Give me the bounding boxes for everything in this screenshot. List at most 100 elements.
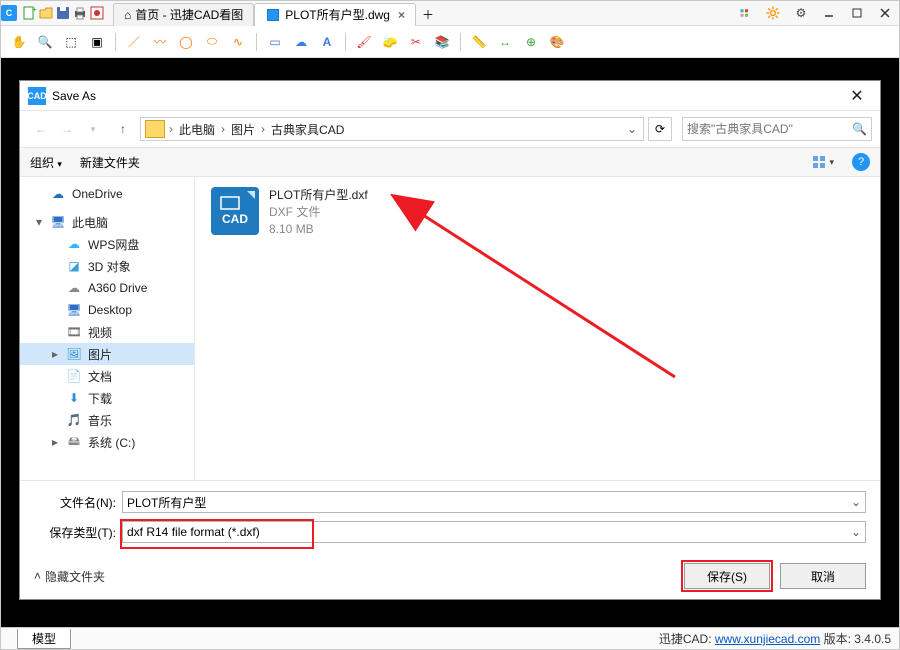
nav-forward-button[interactable]: → <box>54 116 80 142</box>
nav-back-button[interactable]: ← <box>28 116 54 142</box>
sidebar-item-3d[interactable]: ▸◪ 3D 对象 <box>20 255 194 277</box>
dim-icon[interactable]: ↔ <box>495 32 515 52</box>
drive-icon: 🖴 <box>66 434 82 450</box>
file-item[interactable]: CAD PLOT所有户型.dxf DXF 文件 8.10 MB <box>211 187 864 237</box>
music-icon: 🎵 <box>66 412 82 428</box>
sidebar-item-onedrive[interactable]: ▸☁ OneDrive <box>20 183 194 205</box>
coord-icon[interactable]: ⊕ <box>521 32 541 52</box>
gear-icon[interactable]: ⚙ <box>787 1 815 25</box>
file-name: PLOT所有户型.dxf <box>269 187 368 204</box>
sidebar-item-this-pc[interactable]: ▾🖥 此电脑 <box>20 211 194 233</box>
dialog-title: Save As <box>52 89 96 103</box>
rect-icon[interactable]: ▭ <box>265 32 285 52</box>
eraser-icon[interactable]: 🧽 <box>380 32 400 52</box>
sidebar-item-desktop[interactable]: ▸🖥 Desktop <box>20 299 194 321</box>
breadcrumb[interactable]: › 此电脑 › 图片 › 古典家具CAD ⌄ <box>140 117 644 141</box>
options-icon[interactable] <box>89 5 105 21</box>
sidebar-item-system-c[interactable]: ▸🖴 系统 (C:) <box>20 431 194 453</box>
breadcrumb-item[interactable]: 此电脑 <box>173 118 221 140</box>
filename-input[interactable]: PLOT所有户型 ⌄ <box>122 491 866 513</box>
refresh-button[interactable]: ⟳ <box>648 117 672 141</box>
hand-icon[interactable]: ✋ <box>9 32 29 52</box>
save-as-dialog: CAD Save As ✕ ← → ▾ ↑ › 此电脑 › 图片 › 古典家具C… <box>19 80 881 600</box>
doc-icon: 📄 <box>66 368 82 384</box>
layers-icon[interactable]: 📚 <box>432 32 452 52</box>
cloud-icon: ☁ <box>66 280 82 296</box>
save-icon[interactable] <box>55 5 71 21</box>
version-value: 3.4.0.5 <box>854 632 891 646</box>
organize-button[interactable]: 组织 ▾ <box>30 154 62 171</box>
open-file-icon[interactable] <box>38 5 54 21</box>
new-file-icon[interactable]: + <box>21 5 37 21</box>
sidebar-label: WPS网盘 <box>88 236 139 253</box>
sidebar-label: 图片 <box>88 346 112 363</box>
settings-menu-icon[interactable] <box>731 1 759 25</box>
palette-icon[interactable]: 🔆 <box>759 1 787 25</box>
cube-icon: ◪ <box>66 258 82 274</box>
hide-folders-toggle[interactable]: ˄ 隐藏文件夹 <box>34 568 105 585</box>
tab-document[interactable]: PLOT所有户型.dwg × <box>254 3 416 26</box>
chevron-down-icon[interactable]: ⌄ <box>851 495 861 509</box>
text-icon[interactable]: A <box>317 32 337 52</box>
close-tab-icon[interactable]: × <box>398 8 405 22</box>
dialog-close-button[interactable]: ✕ <box>842 86 872 106</box>
measure-icon[interactable]: 📏 <box>469 32 489 52</box>
home-icon: ⌂ <box>124 8 131 22</box>
filename-value: PLOT所有户型 <box>127 494 206 511</box>
help-button[interactable]: ? <box>852 153 870 171</box>
cancel-button[interactable]: 取消 <box>780 563 866 589</box>
caret-right-icon[interactable]: ▸ <box>50 347 60 361</box>
dialog-bottom: 文件名(N): PLOT所有户型 ⌄ 保存类型(T): dxf R14 file… <box>20 480 880 557</box>
breadcrumb-item[interactable]: 图片 <box>225 118 261 140</box>
chevron-down-icon[interactable]: ⌄ <box>851 525 861 539</box>
new-folder-button[interactable]: 新建文件夹 <box>80 154 140 171</box>
file-meta: PLOT所有户型.dxf DXF 文件 8.10 MB <box>269 187 368 237</box>
ellipse-icon[interactable]: ⬭ <box>202 32 222 52</box>
zoom-extents-icon[interactable]: 🔍 <box>35 32 55 52</box>
search-input[interactable] <box>687 122 852 136</box>
breadcrumb-dropdown-icon[interactable]: ⌄ <box>623 122 641 136</box>
savetype-label: 保存类型(T): <box>34 524 116 541</box>
sidebar-item-wps[interactable]: ▸☁ WPS网盘 <box>20 233 194 255</box>
brand-link[interactable]: www.xunjiecad.com <box>715 632 820 646</box>
search-box[interactable]: 🔍 <box>682 117 872 141</box>
sidebar-item-downloads[interactable]: ▸⬇ 下载 <box>20 387 194 409</box>
caret-right-icon[interactable]: ▸ <box>50 435 60 449</box>
savetype-select[interactable]: dxf R14 file format (*.dxf) ⌄ <box>122 521 866 543</box>
minimize-button[interactable] <box>815 1 843 25</box>
tab-home[interactable]: ⌂ 首页 - 迅捷CAD看图 <box>113 3 254 26</box>
polyline-icon[interactable]: 〰 <box>150 32 170 52</box>
sidebar-item-a360[interactable]: ▸☁ A360 Drive <box>20 277 194 299</box>
image-icon: 🖼 <box>66 346 82 362</box>
status-right: 迅捷CAD: www.xunjiecad.com 版本: 3.4.0.5 <box>659 630 891 647</box>
nav-up-button[interactable]: ↑ <box>110 116 136 142</box>
close-button[interactable] <box>871 1 899 25</box>
view-mode-button[interactable]: ▾ <box>812 155 834 169</box>
zoom-fit-icon[interactable]: ▣ <box>87 32 107 52</box>
zoom-window-icon[interactable]: ⬚ <box>61 32 81 52</box>
breadcrumb-item[interactable]: 古典家具CAD <box>265 118 350 140</box>
sidebar-item-documents[interactable]: ▸📄 文档 <box>20 365 194 387</box>
file-pane[interactable]: CAD PLOT所有户型.dxf DXF 文件 8.10 MB <box>195 177 880 480</box>
revcloud-icon[interactable]: ☁ <box>291 32 311 52</box>
maximize-button[interactable] <box>843 1 871 25</box>
savetype-row: 保存类型(T): dxf R14 file format (*.dxf) ⌄ <box>34 521 866 543</box>
circle-icon[interactable]: ◯ <box>176 32 196 52</box>
save-button[interactable]: 保存(S) <box>684 563 770 589</box>
nav-recent-button[interactable]: ▾ <box>80 116 106 142</box>
sidebar-item-music[interactable]: ▸🎵 音乐 <box>20 409 194 431</box>
caret-down-icon[interactable]: ▾ <box>34 215 44 229</box>
line-icon[interactable]: ／ <box>124 32 144 52</box>
document-tabs: ⌂ 首页 - 迅捷CAD看图 PLOT所有户型.dwg × ＋ <box>113 1 731 26</box>
add-tab-button[interactable]: ＋ <box>416 3 440 26</box>
brush-icon[interactable]: 🖌 <box>354 32 374 52</box>
colorwheel-icon[interactable]: 🎨 <box>547 32 567 52</box>
sidebar-item-pictures[interactable]: ▸ 🖼 图片 <box>20 343 194 365</box>
sidebar-item-videos[interactable]: ▸🎞 视频 <box>20 321 194 343</box>
spline-icon[interactable]: ∿ <box>228 32 248 52</box>
filename-label: 文件名(N): <box>34 494 116 511</box>
cut-icon[interactable]: ✂ <box>406 32 426 52</box>
cloud-icon: ☁ <box>66 236 82 252</box>
model-tab[interactable]: 模型 <box>17 629 71 649</box>
print-icon[interactable] <box>72 5 88 21</box>
